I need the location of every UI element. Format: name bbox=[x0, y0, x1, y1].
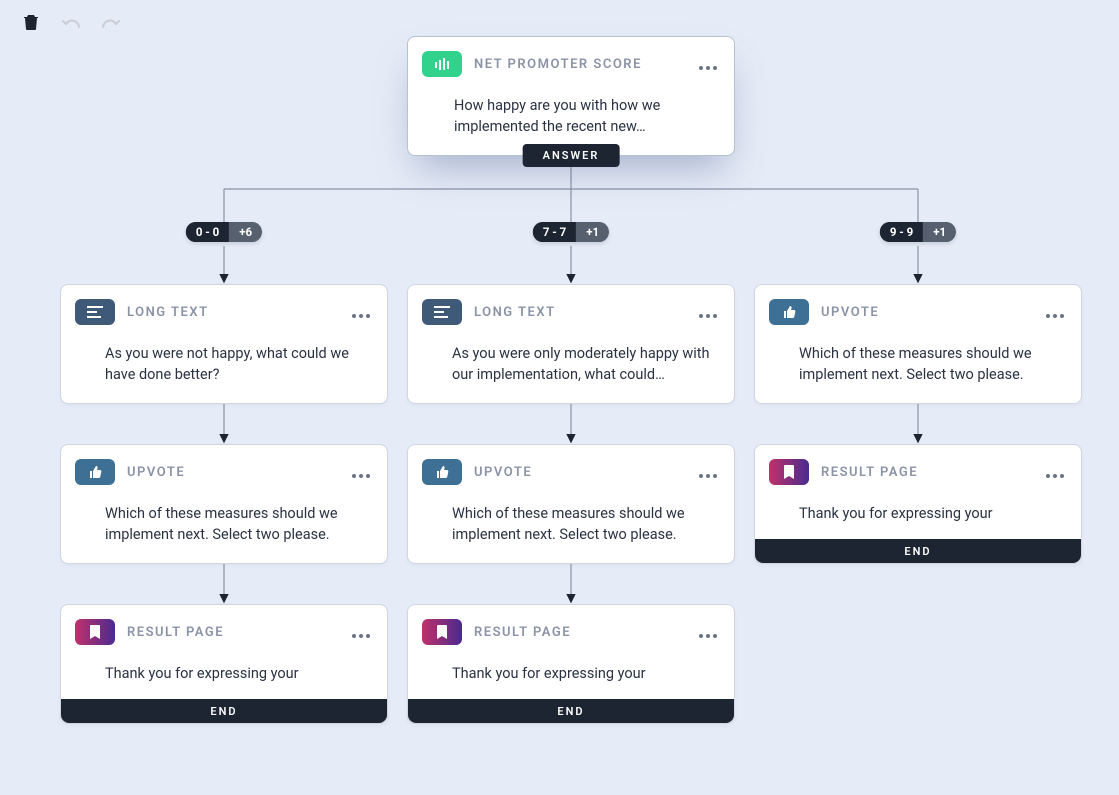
node-menu-button[interactable] bbox=[696, 462, 720, 483]
node-type-label: RESULT PAGE bbox=[127, 625, 224, 640]
node-header: NET PROMOTER SCORE bbox=[422, 51, 720, 77]
node-result[interactable]: RESULT PAGE Thank you for expressing you… bbox=[754, 444, 1082, 564]
branch-range: 0 - 0 bbox=[186, 222, 229, 242]
branch-chip[interactable]: 9 - 9 +1 bbox=[880, 222, 956, 242]
node-type-label: UPVOTE bbox=[821, 305, 879, 320]
dots-icon bbox=[352, 634, 370, 638]
node-text: Thank you for expressing your opinion!We… bbox=[75, 645, 373, 687]
node-text: As you were not happy, what could we hav… bbox=[75, 325, 373, 391]
branch-extra: +1 bbox=[923, 222, 956, 242]
node-question: How happy are you with how we implemente… bbox=[422, 77, 720, 143]
nps-icon bbox=[422, 51, 462, 77]
end-bar: END bbox=[755, 539, 1081, 563]
node-text: Which of these measures should we implem… bbox=[769, 325, 1067, 391]
node-type-label: NET PROMOTER SCORE bbox=[474, 57, 642, 72]
undo-icon bbox=[62, 15, 80, 29]
node-header: LONG TEXT bbox=[75, 299, 373, 325]
node-type-label: RESULT PAGE bbox=[474, 625, 571, 640]
node-type-label: LONG TEXT bbox=[127, 305, 209, 320]
dots-icon bbox=[352, 314, 370, 318]
dots-icon bbox=[699, 314, 717, 318]
node-header: RESULT PAGE bbox=[75, 619, 373, 645]
node-type-label: UPVOTE bbox=[127, 465, 185, 480]
dots-icon bbox=[1046, 314, 1064, 318]
node-header: RESULT PAGE bbox=[769, 459, 1067, 485]
branch-range: 7 - 7 bbox=[533, 222, 576, 242]
branch-extra: +6 bbox=[229, 222, 262, 242]
node-header: UPVOTE bbox=[422, 459, 720, 485]
node-text: As you were only moderately happy with o… bbox=[422, 325, 720, 391]
node-longtext[interactable]: LONG TEXT As you were only moderately ha… bbox=[407, 284, 735, 404]
dots-icon bbox=[699, 634, 717, 638]
end-bar: END bbox=[408, 699, 734, 723]
node-text: Thank you for expressing your opinion!We… bbox=[422, 645, 720, 687]
branch-extra: +1 bbox=[576, 222, 609, 242]
node-menu-button[interactable] bbox=[696, 302, 720, 323]
branch-chip[interactable]: 0 - 0 +6 bbox=[186, 222, 262, 242]
bookmark-icon bbox=[75, 619, 115, 645]
node-text: Which of these measures should we implem… bbox=[422, 485, 720, 551]
node-menu-button[interactable] bbox=[1043, 462, 1067, 483]
thumbs-up-icon bbox=[75, 459, 115, 485]
answer-pill[interactable]: ANSWER bbox=[523, 144, 620, 167]
node-menu-button[interactable] bbox=[1043, 302, 1067, 323]
branch-range: 9 - 9 bbox=[880, 222, 923, 242]
trash-icon bbox=[24, 14, 38, 30]
node-header: UPVOTE bbox=[769, 299, 1067, 325]
node-text: Which of these measures should we implem… bbox=[75, 485, 373, 551]
node-header: RESULT PAGE bbox=[422, 619, 720, 645]
undo-button[interactable] bbox=[60, 12, 82, 32]
node-type-label: RESULT PAGE bbox=[821, 465, 918, 480]
node-upvote[interactable]: UPVOTE Which of these measures should we… bbox=[60, 444, 388, 564]
node-menu-button[interactable] bbox=[349, 462, 373, 483]
dots-icon bbox=[699, 474, 717, 478]
node-menu-button[interactable] bbox=[349, 302, 373, 323]
node-longtext[interactable]: LONG TEXT As you were not happy, what co… bbox=[60, 284, 388, 404]
redo-icon bbox=[102, 15, 120, 29]
node-upvote[interactable]: UPVOTE Which of these measures should we… bbox=[754, 284, 1082, 404]
dots-icon bbox=[352, 474, 370, 478]
node-menu-button[interactable] bbox=[696, 622, 720, 643]
node-menu-button[interactable] bbox=[349, 622, 373, 643]
flow-canvas[interactable]: 0 - 0 +6 7 - 7 +1 9 - 9 +1 NET PROMOTER … bbox=[0, 0, 1119, 795]
dots-icon bbox=[1046, 474, 1064, 478]
end-bar: END bbox=[61, 699, 387, 723]
node-header: UPVOTE bbox=[75, 459, 373, 485]
bookmark-icon bbox=[769, 459, 809, 485]
node-type-label: UPVOTE bbox=[474, 465, 532, 480]
node-header: LONG TEXT bbox=[422, 299, 720, 325]
thumbs-up-icon bbox=[422, 459, 462, 485]
editor-toolbar bbox=[20, 12, 122, 32]
longtext-icon bbox=[75, 299, 115, 325]
node-root-nps[interactable]: NET PROMOTER SCORE How happy are you wit… bbox=[407, 36, 735, 156]
bookmark-icon bbox=[422, 619, 462, 645]
node-result[interactable]: RESULT PAGE Thank you for expressing you… bbox=[60, 604, 388, 724]
node-type-label: LONG TEXT bbox=[474, 305, 556, 320]
node-text: Thank you for expressing your opinion!We… bbox=[769, 485, 1067, 527]
node-upvote[interactable]: UPVOTE Which of these measures should we… bbox=[407, 444, 735, 564]
dots-icon bbox=[699, 66, 717, 70]
node-menu-button[interactable] bbox=[696, 54, 720, 75]
redo-button[interactable] bbox=[100, 12, 122, 32]
node-result[interactable]: RESULT PAGE Thank you for expressing you… bbox=[407, 604, 735, 724]
delete-button[interactable] bbox=[20, 12, 42, 32]
branch-chip[interactable]: 7 - 7 +1 bbox=[533, 222, 609, 242]
longtext-icon bbox=[422, 299, 462, 325]
thumbs-up-icon bbox=[769, 299, 809, 325]
